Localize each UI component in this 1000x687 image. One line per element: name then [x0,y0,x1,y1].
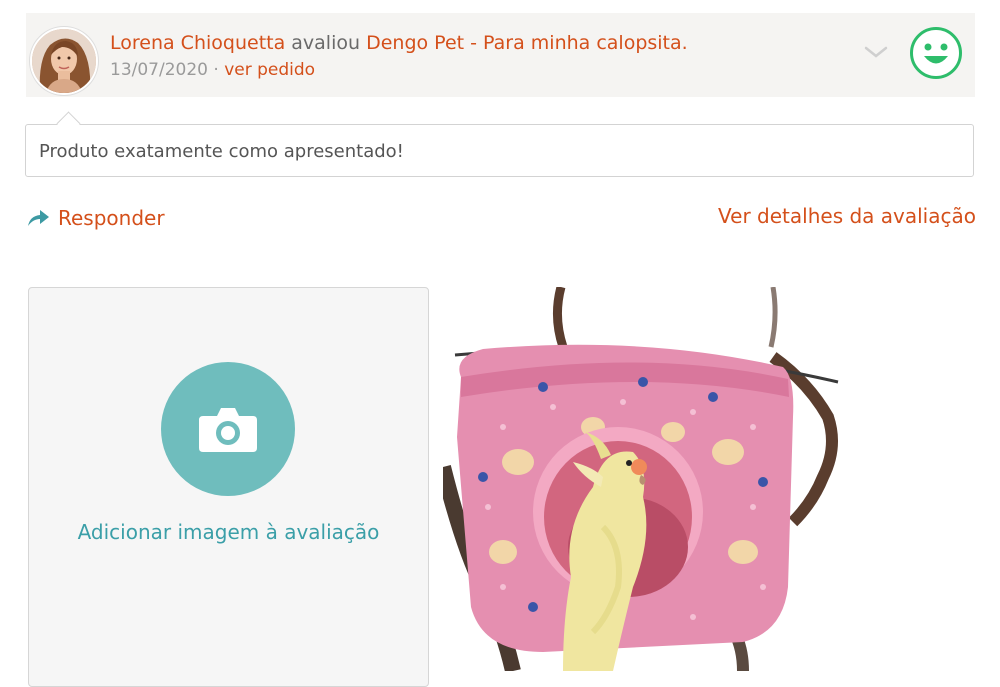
reply-label: Responder [58,206,165,230]
add-image-label: Adicionar imagem à avaliação [77,520,380,544]
reviewer-avatar [30,27,98,95]
product-name-link[interactable]: Dengo Pet - Para minha calopsita. [366,32,688,54]
reply-arrow-icon [28,210,49,226]
view-review-details-link[interactable]: Ver detalhes da avaliação [718,204,976,228]
review-action-text: avaliou [291,32,361,54]
meta-separator: · [213,60,219,80]
chevron-down-icon[interactable] [864,43,888,61]
camera-icon-circle [161,362,295,496]
add-image-button[interactable]: Adicionar imagem à avaliação [28,287,429,687]
review-comment-box: Produto exatamente como apresentado! [25,124,974,177]
happy-face-icon [910,27,962,79]
reviewer-name-link[interactable]: Lorena Chioquetta [110,32,285,54]
review-meta: 13/07/2020 · ver pedido [110,60,315,80]
review-header: Lorena Chioquetta avaliou Dengo Pet - Pa… [26,13,975,97]
review-date: 13/07/2020 [110,60,208,80]
view-order-link[interactable]: ver pedido [224,60,315,80]
review-summary: Lorena Chioquetta avaliou Dengo Pet - Pa… [110,32,688,54]
review-comment-text: Produto exatamente como apresentado! [39,141,404,162]
reply-button[interactable]: Responder [26,206,165,230]
review-photo[interactable] [443,287,843,671]
camera-icon [199,408,257,452]
